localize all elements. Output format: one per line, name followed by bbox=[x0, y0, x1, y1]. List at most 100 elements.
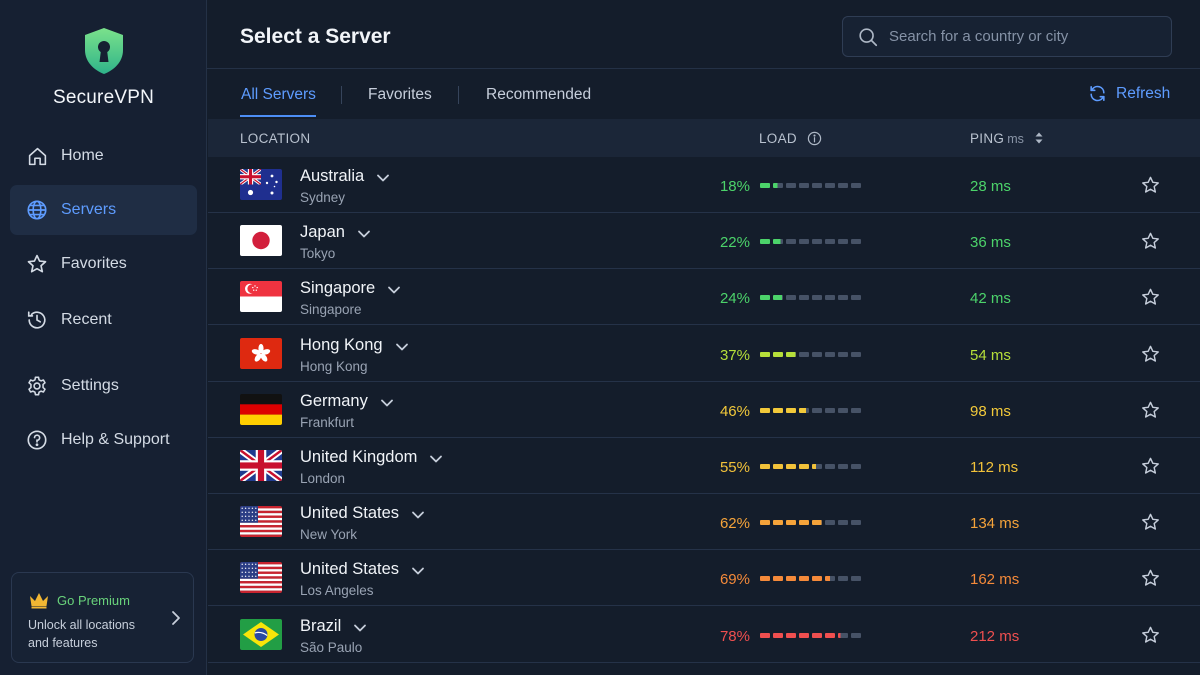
load-bar-segment bbox=[799, 520, 809, 526]
search-box[interactable] bbox=[842, 16, 1172, 57]
load-bar-segment bbox=[851, 407, 861, 413]
column-header-ping[interactable]: PING ms bbox=[970, 131, 1044, 146]
favorite-star-icon[interactable] bbox=[1140, 344, 1161, 364]
search-input[interactable] bbox=[889, 28, 1159, 45]
server-row[interactable]: Australia Sydney 18% 28 ms bbox=[208, 157, 1200, 213]
gear-icon bbox=[26, 375, 48, 397]
load-bar-segment bbox=[760, 351, 770, 357]
load-bar-segment bbox=[760, 295, 770, 301]
globe-icon bbox=[26, 199, 48, 221]
load-bar-segment bbox=[786, 464, 796, 469]
country-name: Singapore bbox=[300, 279, 376, 298]
favorite-star-icon[interactable] bbox=[1140, 568, 1161, 588]
server-row[interactable]: United States Los Angeles 69% 162 ms bbox=[208, 550, 1200, 607]
go-premium-card[interactable]: Go Premium Unlock all locations and feat… bbox=[11, 572, 194, 663]
city-name: Hong Kong bbox=[300, 358, 368, 374]
sidebar-item-help[interactable]: Help & Support bbox=[10, 415, 197, 465]
chevron-down-icon[interactable] bbox=[411, 566, 425, 576]
tab-favorites[interactable]: Favorites bbox=[368, 86, 432, 104]
flag-sg-icon bbox=[240, 281, 282, 313]
flag-gb-icon bbox=[240, 450, 282, 481]
page-title: Select a Server bbox=[240, 25, 391, 48]
home-icon bbox=[26, 145, 48, 167]
sidebar-item-label: Help & Support bbox=[61, 431, 170, 448]
tab-all-servers[interactable]: All Servers bbox=[241, 86, 316, 104]
load-percent: 18% bbox=[719, 178, 750, 195]
chevron-down-icon[interactable] bbox=[376, 173, 390, 183]
country-name: Japan bbox=[300, 223, 345, 242]
refresh-icon bbox=[1090, 85, 1105, 102]
country-name: United Kingdom bbox=[300, 448, 418, 466]
favorite-star-icon[interactable] bbox=[1140, 287, 1161, 307]
load-bar-segment bbox=[760, 183, 770, 188]
city-name: London bbox=[300, 471, 346, 486]
load-bar-segment bbox=[773, 632, 783, 638]
load-bar-segment bbox=[838, 632, 848, 638]
chevron-down-icon[interactable] bbox=[357, 229, 371, 239]
city-name: Tokyo bbox=[300, 246, 336, 262]
server-row[interactable]: Hong Kong Hong Kong 37% 54 ms bbox=[208, 326, 1200, 382]
ping-value: 212 ms bbox=[970, 627, 1020, 645]
column-header-load-label: LOAD bbox=[759, 131, 797, 146]
load-bar-segment bbox=[786, 183, 796, 188]
server-row[interactable]: United Kingdom London 55% 112 ms bbox=[208, 438, 1200, 494]
load-bar-segment bbox=[838, 351, 848, 357]
load-bar-segment bbox=[851, 295, 861, 301]
tab-recommended[interactable]: Recommended bbox=[486, 86, 591, 104]
chevron-down-icon[interactable] bbox=[411, 510, 425, 520]
load-bar-segment bbox=[851, 632, 861, 638]
server-row[interactable]: Brazil São Paulo 78% 212 ms bbox=[208, 607, 1200, 663]
favorite-star-icon[interactable] bbox=[1140, 231, 1161, 251]
sidebar-item-servers[interactable]: Servers bbox=[10, 185, 197, 235]
load-percent: 22% bbox=[719, 234, 750, 252]
favorite-star-icon[interactable] bbox=[1140, 400, 1161, 420]
load-bar-segment bbox=[786, 407, 796, 413]
load-bar bbox=[760, 632, 861, 639]
load-bar bbox=[760, 295, 861, 301]
load-bar-segment bbox=[838, 464, 848, 469]
server-row[interactable]: Germany Frankfurt 46% 98 ms bbox=[208, 382, 1200, 438]
chevron-down-icon[interactable] bbox=[380, 398, 394, 408]
load-bar-segment bbox=[799, 295, 809, 301]
sidebar-item-settings[interactable]: Settings bbox=[10, 361, 197, 411]
load-bar-segment bbox=[773, 295, 783, 301]
load-bar-segment bbox=[760, 576, 770, 582]
server-row[interactable]: Singapore Singapore 24% 42 ms bbox=[208, 269, 1200, 326]
load-bar-segment bbox=[851, 183, 861, 188]
chevron-down-icon[interactable] bbox=[387, 285, 401, 295]
load-bar bbox=[760, 464, 861, 470]
flag-us-icon bbox=[240, 506, 282, 538]
load-bar-segment bbox=[851, 351, 861, 357]
help-icon bbox=[26, 429, 48, 451]
load-bar-segment bbox=[825, 576, 835, 582]
chevron-down-icon[interactable] bbox=[395, 342, 409, 352]
info-icon[interactable] bbox=[807, 131, 822, 146]
ping-value: 112 ms bbox=[970, 459, 1019, 476]
chevron-down-icon[interactable] bbox=[353, 623, 367, 633]
favorite-star-icon[interactable] bbox=[1140, 512, 1161, 532]
ping-value: 42 ms bbox=[970, 290, 1011, 308]
sidebar-item-recent[interactable]: Recent bbox=[10, 295, 197, 345]
favorite-star-icon[interactable] bbox=[1140, 625, 1161, 645]
ping-value: 36 ms bbox=[970, 234, 1011, 252]
server-row[interactable]: Japan Tokyo 22% 36 ms bbox=[208, 213, 1200, 270]
column-header-ping-label: PING bbox=[970, 131, 1005, 146]
chevron-down-icon[interactable] bbox=[429, 454, 443, 464]
load-bar-segment bbox=[786, 295, 796, 301]
sidebar-item-favorites[interactable]: Favorites bbox=[10, 239, 197, 289]
load-bar bbox=[760, 183, 861, 189]
load-percent: 69% bbox=[719, 571, 750, 589]
favorite-star-icon[interactable] bbox=[1140, 456, 1161, 476]
load-bar-segment bbox=[825, 295, 835, 301]
column-header-load: LOAD bbox=[759, 131, 822, 146]
load-bar-segment bbox=[812, 464, 822, 469]
tab-divider bbox=[458, 86, 459, 104]
premium-title: Go Premium bbox=[57, 593, 130, 608]
favorite-star-icon[interactable] bbox=[1140, 175, 1161, 195]
flag-us-icon bbox=[240, 562, 282, 594]
load-bar-segment bbox=[799, 351, 809, 357]
sidebar-item-home[interactable]: Home bbox=[10, 131, 197, 181]
server-row[interactable]: United States New York 62% 134 ms bbox=[208, 494, 1200, 551]
refresh-button[interactable]: Refresh bbox=[1088, 84, 1170, 103]
flag-de-icon bbox=[240, 393, 282, 425]
